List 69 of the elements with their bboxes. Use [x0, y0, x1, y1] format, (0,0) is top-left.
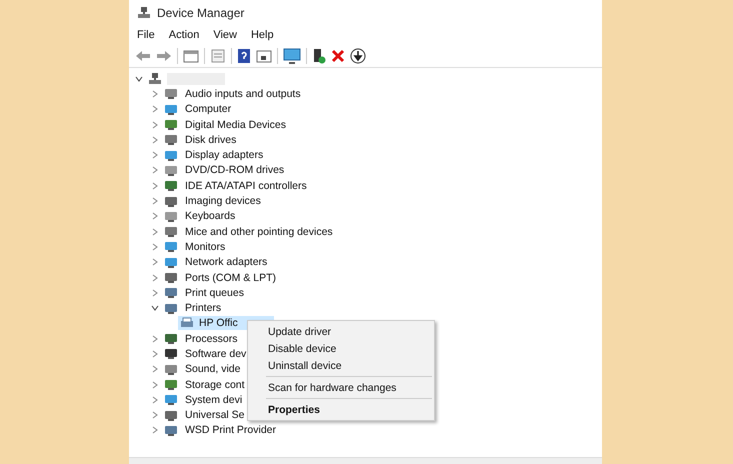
device-icon: [164, 347, 178, 360]
device-icon: [164, 102, 178, 116]
device-icon: [164, 286, 178, 300]
tree-item[interactable]: Keyboards: [183, 210, 238, 222]
device-icon: [164, 332, 178, 346]
device-icon: [164, 164, 178, 177]
menu-item[interactable]: View: [209, 29, 241, 41]
tree-item[interactable]: Processors: [183, 332, 240, 345]
tree-item[interactable]: Display adapters: [183, 149, 266, 162]
tree-item[interactable]: Storage cont: [183, 378, 247, 391]
tree-item[interactable]: DVD/CD-ROM drives: [183, 164, 286, 176]
device-icon: [164, 118, 178, 132]
tree-item[interactable]: Printers: [183, 302, 224, 314]
tree-item[interactable]: Sound, vide: [183, 363, 242, 376]
tree-item[interactable]: Ports (COM & LPT): [183, 272, 278, 284]
device-icon: [164, 225, 178, 238]
tree-item[interactable]: Computer: [183, 103, 234, 116]
device-icon: [164, 362, 178, 376]
tree-item[interactable]: Mice and other pointing devices: [183, 226, 335, 238]
menu-item[interactable]: Properties: [248, 401, 434, 418]
tree-item[interactable]: Imaging devices: [183, 195, 263, 208]
document-icon[interactable]: [210, 49, 226, 63]
tree-item[interactable]: System devi: [183, 394, 244, 406]
chevron-icon[interactable]: [135, 74, 143, 83]
menu-item[interactable]: Disable device: [248, 340, 434, 357]
menu-item[interactable]: File: [133, 29, 159, 41]
back-icon[interactable]: [135, 49, 151, 63]
menu-item[interactable]: Scan for hardware changes: [248, 379, 434, 396]
tree-item[interactable]: Disk drives: [183, 134, 238, 146]
tree-item[interactable]: Print queues: [183, 286, 246, 299]
tree-item[interactable]: Universal Se: [183, 409, 247, 422]
tree-item[interactable]: WSD Print Provider: [183, 424, 278, 436]
tree-item[interactable]: Audio inputs and outputs: [183, 88, 303, 100]
device-icon: [164, 378, 178, 392]
tree-item[interactable]: Software dev: [183, 348, 248, 360]
device-icon: [164, 240, 178, 254]
device-icon: [164, 87, 178, 100]
device-icon: [164, 133, 178, 146]
help-icon[interactable]: [237, 48, 251, 64]
device-icon: [164, 302, 178, 315]
window-icon[interactable]: [256, 49, 272, 63]
printer-icon: [180, 317, 194, 330]
device-icon: [164, 393, 178, 406]
window-title: Device Manager: [157, 6, 244, 20]
forward-icon[interactable]: [156, 49, 172, 63]
chevron-icon[interactable]: [151, 304, 159, 312]
device-icon: [164, 271, 178, 284]
tree-item[interactable]: Network adapters: [183, 256, 270, 268]
computer-icon: [137, 6, 151, 20]
close-icon[interactable]: [331, 49, 345, 63]
download-icon[interactable]: [350, 48, 366, 64]
window-icon[interactable]: [183, 49, 199, 63]
tree-item-label: HP Offic: [199, 317, 238, 330]
device-icon: [164, 256, 178, 269]
tree-item[interactable]: Monitors: [183, 240, 228, 253]
device-icon: [164, 179, 178, 192]
device-icon: [164, 424, 178, 437]
tree-item[interactable]: IDE ATA/ATAPI controllers: [183, 180, 309, 192]
menu-item[interactable]: Action: [164, 29, 204, 41]
device-icon: [164, 210, 178, 223]
menu-item[interactable]: Help: [246, 29, 278, 41]
monitor-icon[interactable]: [283, 48, 301, 64]
device-add-icon[interactable]: [312, 48, 326, 64]
device-icon: [164, 194, 178, 208]
device-icon: [164, 148, 178, 162]
computer-icon: [148, 72, 162, 86]
menu-item[interactable]: Uninstall device: [248, 357, 434, 374]
device-icon: [164, 408, 178, 422]
tree-item[interactable]: Digital Media Devices: [183, 118, 288, 131]
